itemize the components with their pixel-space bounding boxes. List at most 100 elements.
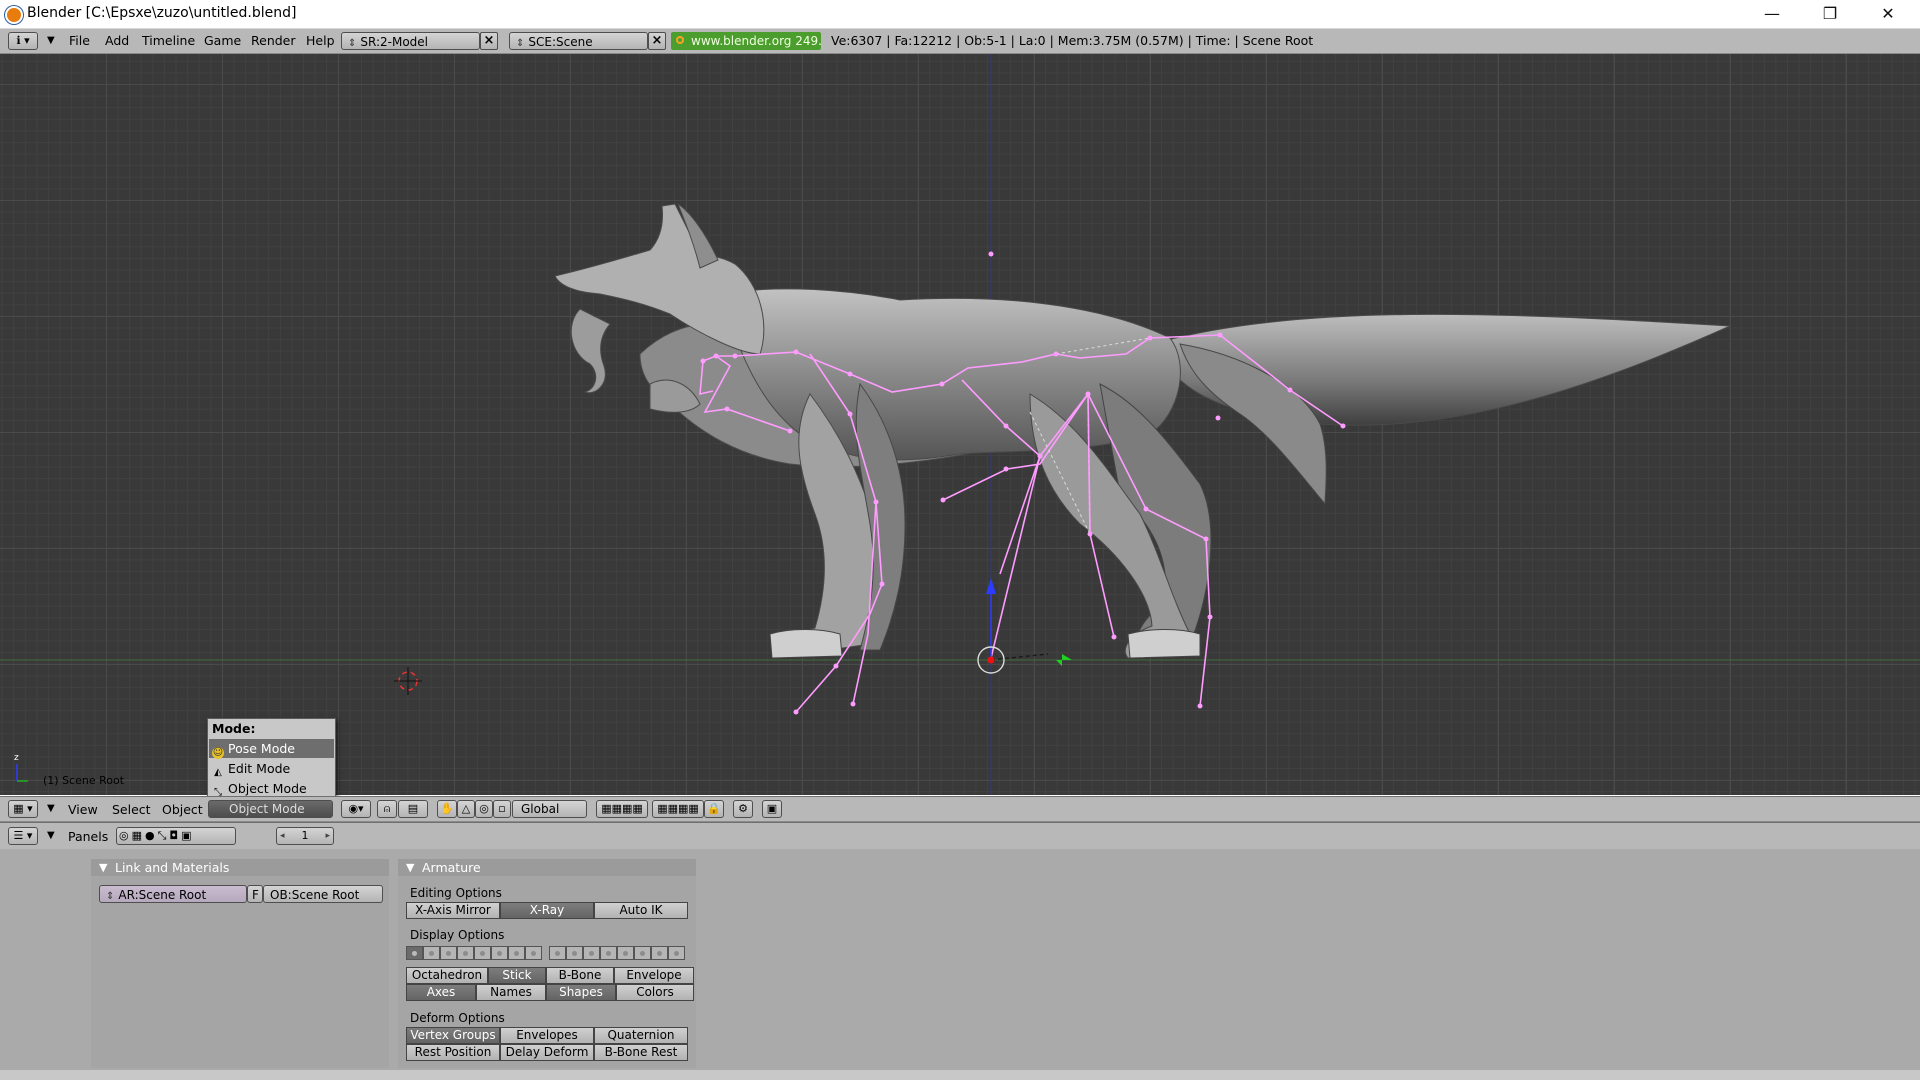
- envelopes-button[interactable]: Envelopes: [500, 1027, 594, 1044]
- menu-add[interactable]: Add: [105, 33, 129, 48]
- b-bone-rest-button[interactable]: B-Bone Rest: [594, 1044, 688, 1061]
- hand-manipulator-icon[interactable]: ✋: [437, 800, 457, 818]
- bone-layer-toggle[interactable]: [474, 946, 491, 960]
- editor-type-info-icon[interactable]: ℹ ▾: [8, 32, 38, 50]
- delete-screen-x-icon[interactable]: ×: [480, 32, 498, 50]
- editor-type-buttons-icon[interactable]: ☰ ▾: [8, 827, 38, 845]
- object-name-field[interactable]: OB:Scene Root: [263, 885, 383, 903]
- draw-type-icon[interactable]: ◉▾: [341, 800, 371, 818]
- fake-user-button[interactable]: F: [247, 885, 263, 903]
- scale-widget-icon[interactable]: ▫: [493, 800, 511, 818]
- delete-scene-x-icon[interactable]: ×: [648, 32, 666, 50]
- scene-select-field[interactable]: ⇕ SCE:Scene: [509, 32, 648, 50]
- up-down-arrows-icon: ⇕: [348, 38, 357, 49]
- menu-render[interactable]: Render: [251, 33, 296, 48]
- bone-layer-toggle[interactable]: [668, 946, 685, 960]
- shapes-button[interactable]: Shapes: [546, 984, 616, 1001]
- menu-help[interactable]: Help: [306, 33, 335, 48]
- bone-layer-toggle[interactable]: [457, 946, 474, 960]
- collapse-menu-triangle-icon[interactable]: ▼: [47, 35, 55, 46]
- menu-timeline[interactable]: Timeline: [142, 33, 195, 48]
- menu-view[interactable]: View: [68, 802, 98, 817]
- mode-popup-menu[interactable]: Mode: ☺ Pose Mode ◭ Edit Mode ⤡ Object Mode: [207, 718, 336, 802]
- bone-layer-toggle[interactable]: [491, 946, 508, 960]
- delay-deform-button[interactable]: Delay Deform: [500, 1044, 594, 1061]
- collapse-menu-triangle-icon[interactable]: ▼: [47, 830, 55, 841]
- transform-manipulator[interactable]: [977, 578, 1072, 674]
- bone-layer-toggle[interactable]: [634, 946, 651, 960]
- armature-panel-header[interactable]: ▼ Armature: [398, 859, 696, 876]
- link-materials-panel-header[interactable]: ▼ Link and Materials: [91, 859, 389, 876]
- 3d-viewport[interactable]: z (1) Scene Root: [0, 54, 1920, 795]
- axes-button[interactable]: Axes: [406, 984, 476, 1001]
- bone-layer-toggle[interactable]: [549, 946, 566, 960]
- panel-collapse-triangle-icon[interactable]: ▼: [406, 859, 414, 876]
- envelope-button[interactable]: Envelope: [614, 967, 694, 984]
- bone-layer-toggle[interactable]: [651, 946, 668, 960]
- bone-layer-toggle[interactable]: [508, 946, 525, 960]
- render-preview-icon[interactable]: ⚙: [733, 800, 753, 818]
- window-title-bar: Blender [C:\Epsxe\zuzo\untitled.blend] —…: [0, 0, 1920, 29]
- screen-select-field[interactable]: ⇕ SR:2-Model: [341, 32, 480, 50]
- bone-layer-toggle[interactable]: [423, 946, 440, 960]
- bone-layer-toggle[interactable]: [406, 946, 423, 960]
- layers-group-1[interactable]: ▦▦▦▦: [596, 800, 648, 818]
- menu-file[interactable]: File: [69, 33, 90, 48]
- lock-layer-icon[interactable]: 🔒: [704, 800, 724, 818]
- deform-options-label: Deform Options: [410, 1011, 505, 1025]
- menu-game[interactable]: Game: [204, 33, 241, 48]
- x-ray-button[interactable]: X-Ray: [500, 902, 594, 919]
- colors-button[interactable]: Colors: [616, 984, 694, 1001]
- minimize-button[interactable]: —: [1743, 0, 1801, 28]
- collapse-menu-triangle-icon[interactable]: ▼: [47, 803, 55, 814]
- armature-datablock-field[interactable]: ⇕ AR:Scene Root: [99, 885, 247, 903]
- bone-layer-toggle[interactable]: [440, 946, 457, 960]
- layers-group-2[interactable]: ▦▦▦▦: [652, 800, 704, 818]
- bone-layer-toggle[interactable]: [617, 946, 634, 960]
- axis-orientation-icon: z: [14, 753, 28, 782]
- snap-icon[interactable]: ▤: [398, 800, 428, 818]
- svg-text:z: z: [14, 753, 19, 763]
- bone-layer-toggle[interactable]: [583, 946, 600, 960]
- editing-options-label: Editing Options: [410, 886, 502, 900]
- bone-layer-toggle[interactable]: [525, 946, 542, 960]
- editor-type-3d-grid-icon[interactable]: ▦ ▾: [8, 800, 38, 818]
- translate-widget-icon[interactable]: △: [457, 800, 475, 818]
- panels-label: Panels: [68, 829, 109, 844]
- octahedron-button[interactable]: Octahedron: [406, 967, 488, 984]
- menu-object[interactable]: Object: [162, 802, 203, 817]
- blender-logo-icon: [5, 6, 23, 24]
- frame-number-field[interactable]: ◂ 1 ▸: [276, 827, 334, 845]
- bone-layer-toggle[interactable]: [600, 946, 617, 960]
- mode-menu-item-edit[interactable]: ◭ Edit Mode: [209, 759, 334, 778]
- mode-select-dropdown[interactable]: Object Mode: [208, 800, 333, 818]
- bone-layer-toggle[interactable]: [566, 946, 583, 960]
- vertex-groups-button[interactable]: Vertex Groups: [406, 1027, 500, 1044]
- restore-button[interactable]: ❐: [1801, 0, 1859, 28]
- b-bone-button[interactable]: B-Bone: [546, 967, 614, 984]
- window-bottom-edge: [0, 1070, 1920, 1080]
- display-options-label: Display Options: [410, 928, 505, 942]
- quaternion-button[interactable]: Quaternion: [594, 1027, 688, 1044]
- window-title: Blender [C:\Epsxe\zuzo\untitled.blend]: [27, 5, 297, 21]
- pivot-icon[interactable]: ⍝: [377, 800, 397, 818]
- rest-position-button[interactable]: Rest Position: [406, 1044, 500, 1061]
- 3d-cursor-icon[interactable]: [394, 667, 422, 695]
- auto-ik-button[interactable]: Auto IK: [594, 902, 688, 919]
- panel-collapse-triangle-icon[interactable]: ▼: [99, 859, 107, 876]
- x-axis-mirror-button[interactable]: X-Axis Mirror: [406, 902, 500, 919]
- menu-select[interactable]: Select: [112, 802, 151, 817]
- render-image-icon[interactable]: ▣: [762, 800, 782, 818]
- fox-mesh[interactable]: [554, 202, 1731, 659]
- names-button[interactable]: Names: [476, 984, 546, 1001]
- transform-orientation-dropdown[interactable]: Global: [512, 800, 587, 818]
- website-badge[interactable]: www.blender.org 249.2: [671, 32, 821, 50]
- mode-menu-item-pose[interactable]: ☺ Pose Mode: [209, 739, 334, 759]
- context-tab-icons[interactable]: ◎▦●⤡◘▣: [116, 827, 236, 845]
- active-object-label: (1) Scene Root: [43, 774, 125, 787]
- right-arrow-icon: ▸: [325, 831, 330, 841]
- stick-button[interactable]: Stick: [488, 967, 546, 984]
- close-button[interactable]: ✕: [1859, 0, 1917, 28]
- rotate-widget-icon[interactable]: ◎: [475, 800, 493, 818]
- pose-mode-icon: ☺: [212, 747, 224, 759]
